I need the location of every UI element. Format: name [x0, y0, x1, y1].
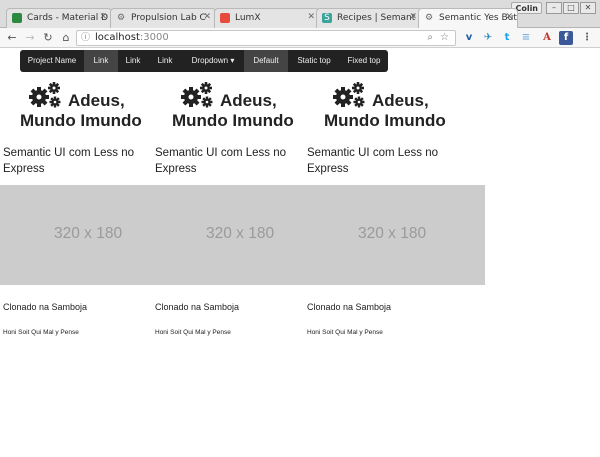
buffer-icon[interactable]: ≡	[519, 31, 533, 45]
home-button[interactable]: ⌂	[58, 30, 74, 46]
tab-propulsion[interactable]: ⚙ Propulsion Lab C ✕	[110, 8, 216, 28]
motto-text: Honi Soit Qui Mal y Pense	[155, 329, 231, 336]
nav-link-active[interactable]: Link	[84, 50, 118, 72]
close-icon[interactable]: ✕	[307, 12, 315, 22]
tab-label: LumX	[235, 13, 261, 23]
nav-default[interactable]: Default	[244, 50, 288, 72]
back-button[interactable]: ←	[4, 30, 20, 46]
tab-semantic-active[interactable]: ⚙ Semantic Yes But ✕	[418, 8, 518, 28]
card-title: Adeus,	[68, 91, 125, 110]
tab-recipes[interactable]: S Recipes | Semant ✕	[316, 8, 422, 28]
image-placeholder: 320 x 180	[152, 185, 304, 285]
motto-text: Honi Soit Qui Mal y Pense	[3, 329, 79, 336]
close-icon[interactable]: ✕	[203, 12, 211, 22]
tab-label: Propulsion Lab C	[131, 13, 206, 23]
text-icon[interactable]: A	[540, 31, 554, 45]
placeholder-label: 320 x 180	[54, 225, 123, 242]
nav-static-top[interactable]: Static top	[288, 50, 340, 72]
gears-icon	[181, 82, 213, 108]
image-placeholder: 320 x 180	[0, 185, 152, 285]
clone-text: Clonado na Samboja	[155, 302, 240, 312]
navbar-brand[interactable]: Project Name	[20, 50, 84, 72]
close-window-button[interactable]: ✕	[580, 2, 596, 14]
tab-label: Cards - Material D	[27, 13, 109, 23]
search-icon[interactable]: ⌕	[427, 31, 433, 45]
placeholder-label: 320 x 180	[358, 225, 427, 242]
menu-icon[interactable]: ⋮	[580, 31, 594, 45]
nav-fixed-top[interactable]: Fixed top	[340, 50, 388, 72]
card-subtitle: Semantic UI com Less no Express	[3, 147, 135, 175]
maximize-button[interactable]: □	[563, 2, 579, 14]
page-viewport: Project Name Link Link Link Dropdown ▾ D…	[0, 49, 600, 457]
gear-icon: ⚙	[424, 13, 434, 23]
motto-text: Honi Soit Qui Mal y Pense	[307, 329, 383, 336]
card-title: Adeus,	[372, 91, 429, 110]
tab-lumx[interactable]: LumX ✕	[214, 8, 320, 28]
forward-button[interactable]: →	[22, 30, 38, 46]
url-host: localhost	[95, 32, 140, 43]
bookmark-star-icon[interactable]: ☆	[440, 31, 449, 45]
info-icon[interactable]: ⓘ	[81, 31, 90, 45]
clone-text: Clonado na Samboja	[3, 302, 88, 312]
reload-button[interactable]: ↻	[40, 30, 56, 46]
nav-link[interactable]: Link	[118, 50, 148, 72]
nav-link[interactable]: Link	[148, 50, 182, 72]
address-bar[interactable]: ⓘ localhost:3000 ⌕ ☆	[76, 30, 456, 46]
card-subtitle: Semantic UI com Less no Express	[155, 147, 287, 175]
card-title: Adeus,	[220, 91, 277, 110]
close-icon[interactable]: ✕	[505, 12, 513, 22]
placeholder-label: 320 x 180	[206, 225, 275, 242]
feedly-icon[interactable]: ✈	[481, 31, 495, 45]
tab-label: Recipes | Semant	[337, 13, 416, 23]
facebook-icon[interactable]: f	[559, 31, 573, 45]
gear-icon: ⚙	[116, 13, 126, 23]
browser-toolbar: ← → ↻ ⌂ ⓘ localhost:3000 ⌕ ☆ v ✈ t ≡ A f…	[0, 28, 600, 48]
gears-icon	[333, 82, 365, 108]
minimize-button[interactable]: –	[546, 2, 562, 14]
nav-dropdown[interactable]: Dropdown ▾	[182, 50, 244, 72]
semantic-s-icon: S	[322, 13, 332, 23]
gears-icon	[29, 82, 61, 108]
lumx-icon	[220, 13, 230, 23]
browser-tabstrip: Cards - Material D ✕ ⚙ Propulsion Lab C …	[0, 0, 600, 28]
tab-cards[interactable]: Cards - Material D ✕	[6, 8, 112, 28]
vivaldi-icon[interactable]: v	[462, 31, 476, 45]
close-icon[interactable]: ✕	[409, 12, 417, 22]
clone-text: Clonado na Samboja	[307, 302, 392, 312]
card-subtitle: Semantic UI com Less no Express	[307, 147, 439, 175]
navbar: Project Name Link Link Link Dropdown ▾ D…	[20, 50, 388, 72]
card-title: Mundo Imundo	[324, 111, 446, 130]
url-port: :3000	[139, 32, 169, 43]
card-title: Mundo Imundo	[172, 111, 294, 130]
card-title: Mundo Imundo	[20, 111, 142, 130]
twitter-icon[interactable]: t	[500, 31, 514, 45]
image-placeholder: 320 x 180	[304, 185, 485, 285]
material-icon	[12, 13, 22, 23]
close-icon[interactable]: ✕	[99, 12, 107, 22]
